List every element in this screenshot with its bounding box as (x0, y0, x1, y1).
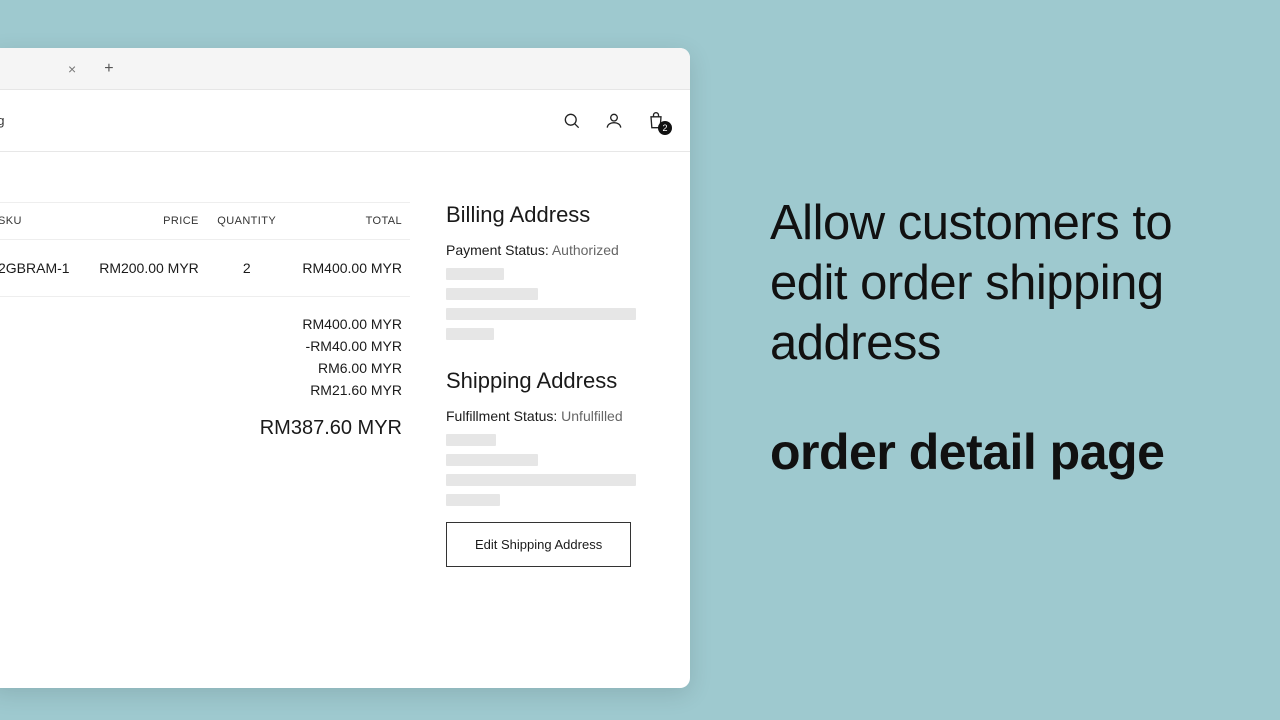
col-total: TOTAL (287, 203, 410, 240)
redacted-line (446, 328, 494, 340)
close-icon[interactable]: × (62, 59, 82, 79)
marketing-copy: Allow customers to edit order shipping a… (770, 194, 1240, 481)
redacted-line (446, 474, 636, 486)
redacted-line (446, 268, 504, 280)
cell-sku: 2GBRAM-1 (0, 240, 83, 297)
order-totals: RM400.00 MYR -RM40.00 MYR RM6.00 MYR RM2… (0, 313, 410, 440)
browser-tab[interactable]: × (0, 53, 94, 85)
nav-link-catalog[interactable]: og (0, 113, 4, 128)
shipping-title: Shipping Address (446, 368, 662, 394)
total-grand: RM387.60 MYR (0, 401, 410, 440)
fulfillment-status: Fulfillment Status: Unfulfilled (446, 408, 662, 424)
edit-shipping-button[interactable]: Edit Shipping Address (446, 522, 631, 567)
redacted-line (446, 308, 636, 320)
redacted-line (446, 494, 500, 506)
cell-price: RM200.00 MYR (83, 240, 206, 297)
billing-address-block: Billing Address Payment Status: Authoriz… (446, 202, 662, 340)
order-detail-content: SKU PRICE QUANTITY TOTAL 2GBRAM-1 RM200.… (0, 152, 690, 688)
search-icon[interactable] (562, 111, 582, 131)
col-sku: SKU (0, 203, 83, 240)
new-tab-button[interactable]: + (94, 56, 123, 82)
redacted-line (446, 288, 538, 300)
order-items-table: SKU PRICE QUANTITY TOTAL 2GBRAM-1 RM200.… (0, 202, 410, 297)
order-summary-column: SKU PRICE QUANTITY TOTAL 2GBRAM-1 RM200.… (0, 202, 410, 664)
browser-tabbar: × + (0, 48, 690, 90)
total-tax: RM21.60 MYR (0, 379, 410, 401)
marketing-subhead: order detail page (770, 423, 1240, 481)
col-qty: QUANTITY (207, 203, 287, 240)
shipping-address-block: Shipping Address Fulfillment Status: Unf… (446, 368, 662, 567)
billing-title: Billing Address (446, 202, 662, 228)
total-shipping: RM6.00 MYR (0, 357, 410, 379)
cart-icon[interactable]: 2 (646, 111, 666, 131)
cart-badge: 2 (658, 121, 672, 135)
table-row: 2GBRAM-1 RM200.00 MYR 2 RM400.00 MYR (0, 240, 410, 297)
fulfillment-status-value: Unfulfilled (561, 408, 622, 424)
browser-window: × + og 2 SKU PRIC (0, 48, 690, 688)
cell-qty: 2 (207, 240, 287, 297)
payment-status-label: Payment Status: (446, 242, 552, 258)
marketing-headline: Allow customers to edit order shipping a… (770, 194, 1240, 373)
total-subtotal: RM400.00 MYR (0, 313, 410, 335)
account-icon[interactable] (604, 111, 624, 131)
payment-status: Payment Status: Authorized (446, 242, 662, 258)
total-discount: -RM40.00 MYR (0, 335, 410, 357)
site-header: og 2 (0, 90, 690, 152)
fulfillment-status-label: Fulfillment Status: (446, 408, 561, 424)
cell-total: RM400.00 MYR (287, 240, 410, 297)
nav-icons: 2 (562, 111, 666, 131)
nav-left: og (0, 113, 4, 128)
redacted-line (446, 454, 538, 466)
col-price: PRICE (83, 203, 206, 240)
address-column: Billing Address Payment Status: Authoriz… (446, 202, 662, 664)
payment-status-value: Authorized (552, 242, 619, 258)
redacted-line (446, 434, 496, 446)
